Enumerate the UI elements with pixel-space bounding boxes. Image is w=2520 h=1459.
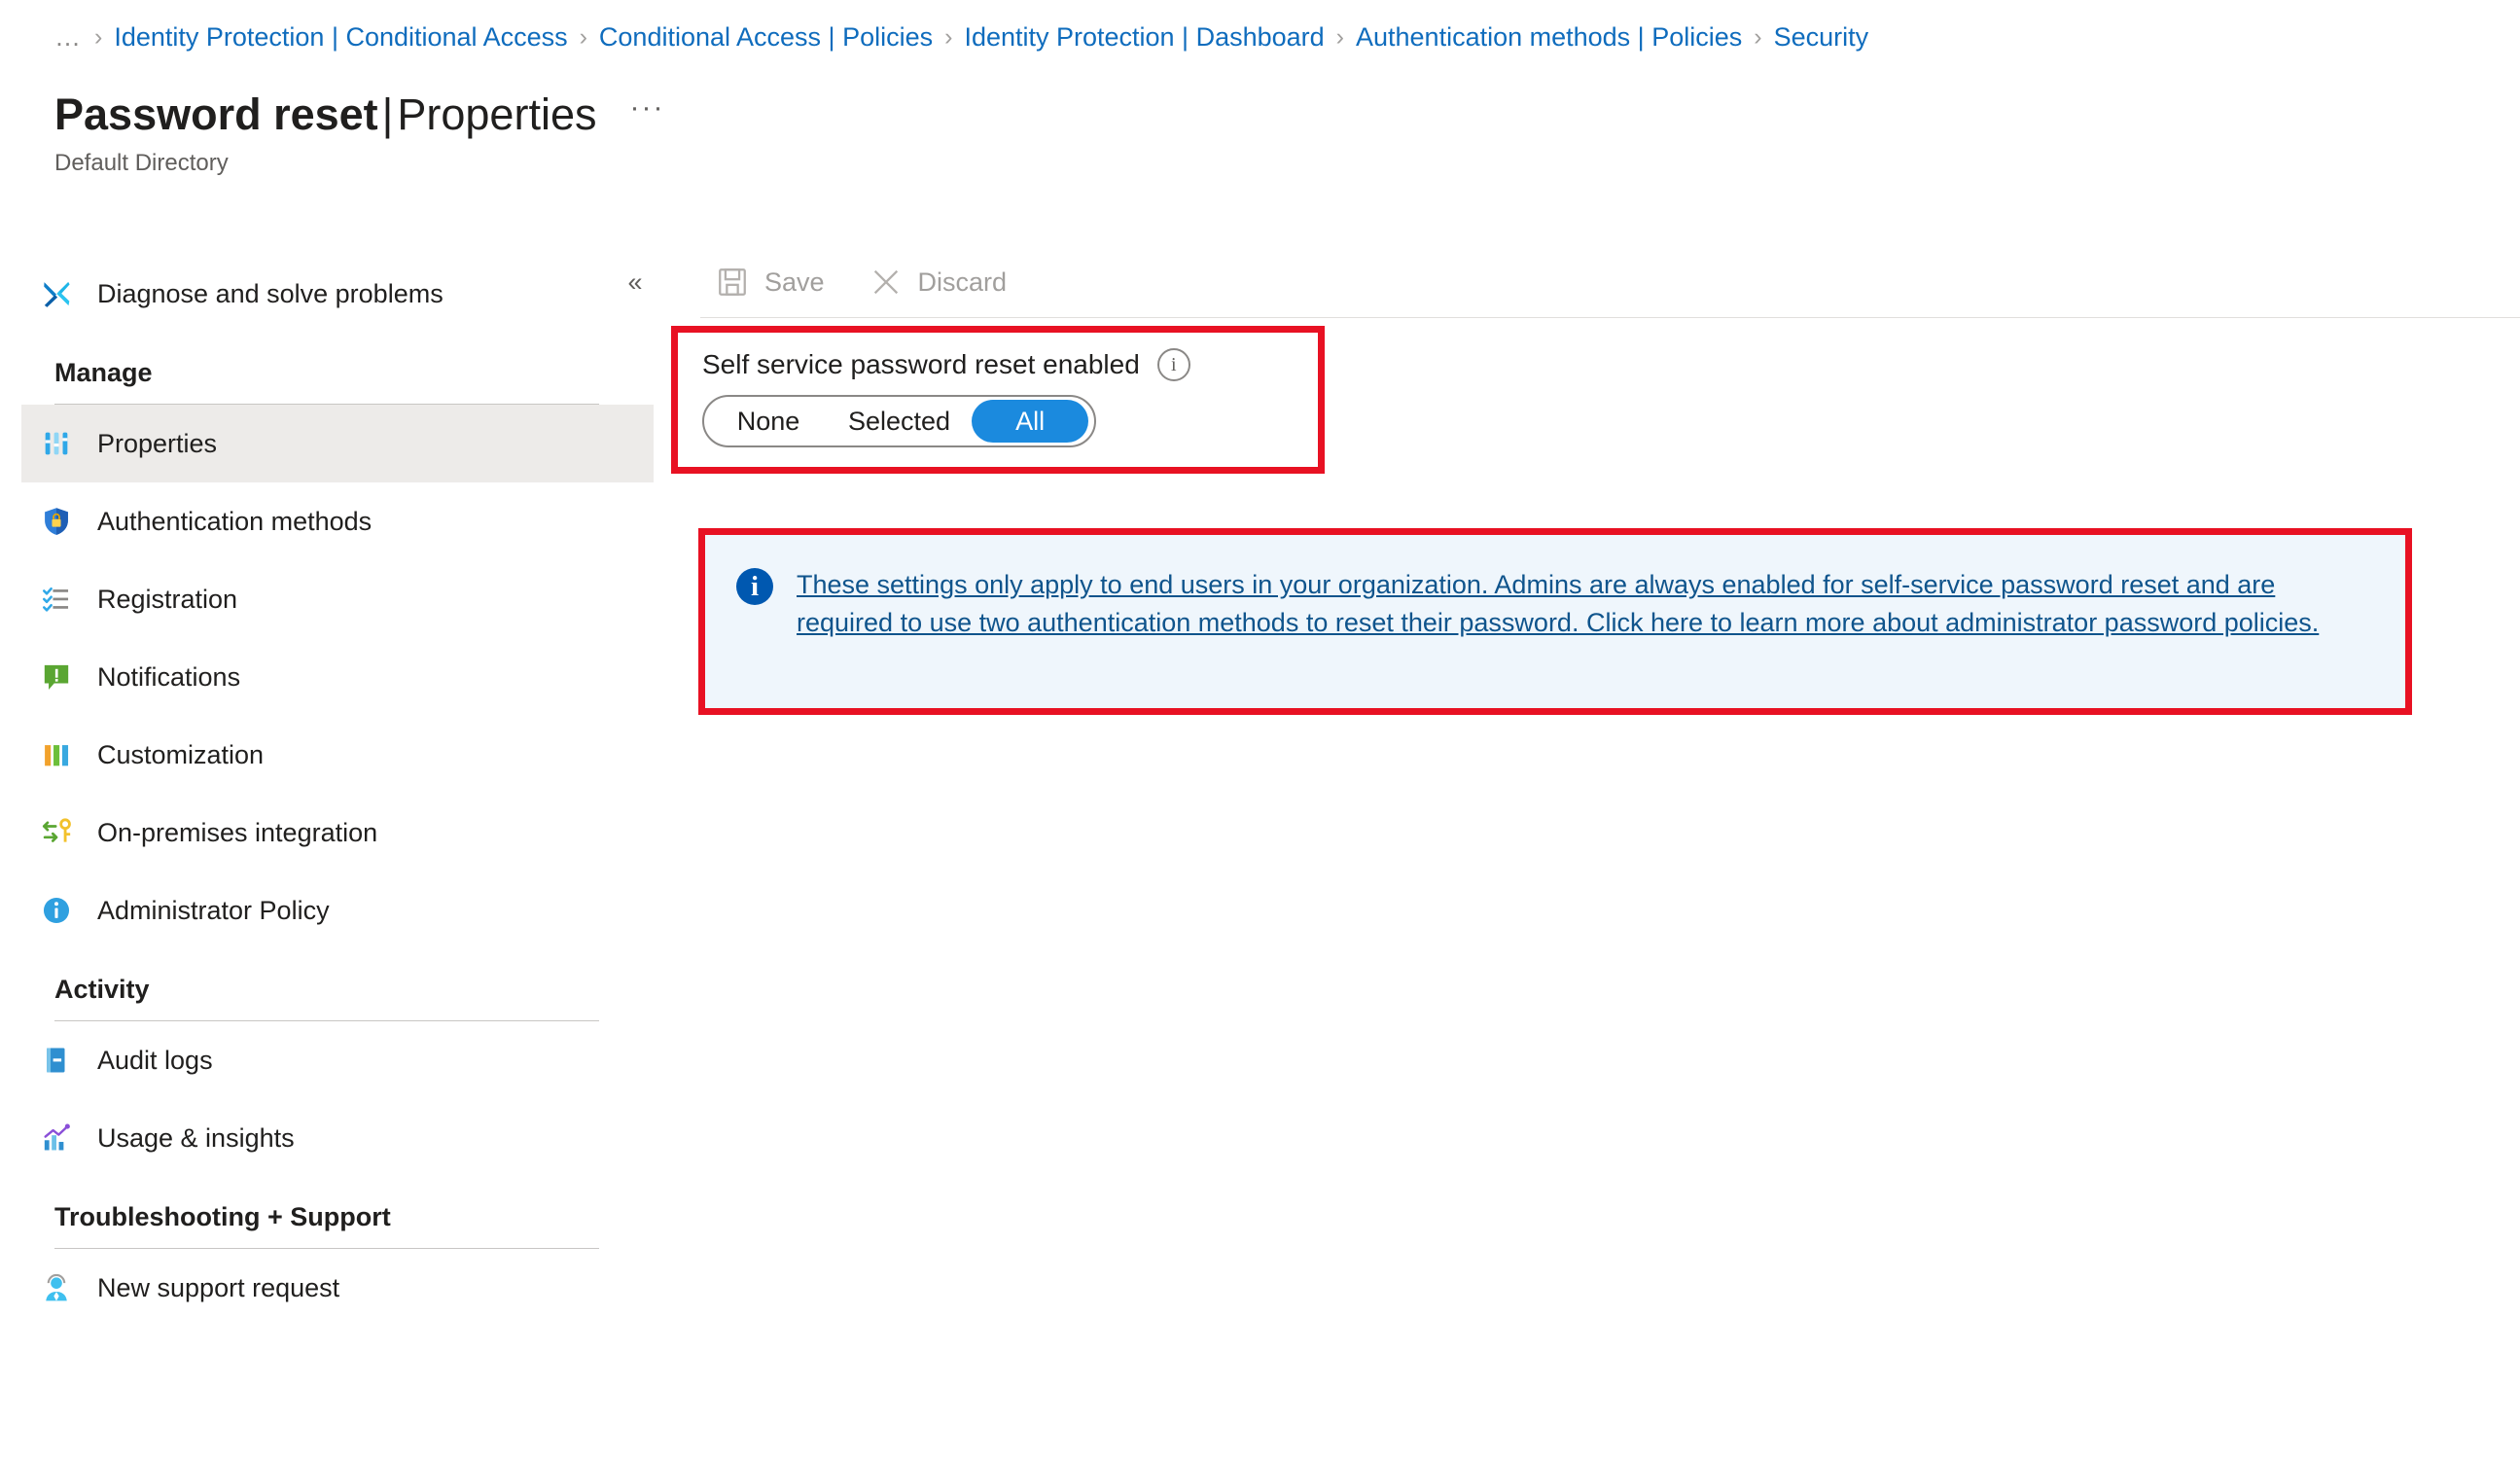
setting-label: Self service password reset enabled (702, 349, 1140, 379)
save-disk-icon (714, 264, 751, 301)
sidebar-group-title: Manage (54, 358, 153, 387)
insights-chart-icon (37, 1119, 76, 1157)
sidebar-item-administrator-policy[interactable]: Administrator Policy (0, 872, 654, 949)
sidebar-item-notifications[interactable]: Notifications (0, 638, 654, 716)
bar-chart-icon (37, 735, 76, 774)
breadcrumb-overflow-button[interactable]: … (54, 22, 83, 53)
sidebar-item-label: Properties (97, 428, 218, 458)
sidebar-item-label: Diagnose and solve problems (97, 278, 444, 308)
breadcrumb-item-security[interactable]: Security (1774, 22, 1869, 53)
toolbar-divider (700, 317, 2520, 318)
breadcrumb-separator: › (1335, 22, 1344, 51)
sidebar-item-audit-logs[interactable]: Audit logs (0, 1021, 654, 1099)
save-button-label: Save (764, 267, 825, 297)
more-actions-button[interactable]: ··· (629, 92, 664, 136)
sidebar-item-registration[interactable]: Registration (0, 560, 654, 638)
sidebar-item-on-premises-integration[interactable]: On-premises integration (0, 794, 654, 872)
discard-button[interactable]: Discard (854, 255, 1021, 309)
page-title-row: Password reset|Properties ··· (54, 89, 664, 140)
info-tooltip-icon[interactable]: i (1156, 348, 1190, 381)
sidebar-group-manage: Manage (0, 358, 661, 405)
sidebar-item-authentication-methods[interactable]: Authentication methods (0, 482, 654, 560)
sidebar-item-new-support-request[interactable]: New support request (0, 1249, 654, 1327)
page-title-divider: | (381, 89, 394, 139)
notification-alert-icon (37, 658, 76, 696)
sidebar-item-label: New support request (97, 1272, 340, 1302)
save-button[interactable]: Save (700, 255, 838, 309)
sidebar-item-label: On-premises integration (97, 817, 378, 847)
info-circle-icon: i (736, 568, 773, 605)
sidebar-item-label: Usage & insights (97, 1122, 295, 1153)
breadcrumb-separator: › (1754, 22, 1762, 51)
wrench-screwdriver-icon (37, 274, 76, 313)
self-service-password-reset-setting: Self service password reset enabled i No… (702, 348, 1190, 447)
sspr-option-none[interactable]: None (710, 400, 827, 443)
breadcrumb: … › Identity Protection | Conditional Acce… (54, 18, 1868, 56)
properties-bars-icon (37, 424, 76, 463)
command-toolbar: Save Discard (700, 249, 2481, 315)
admin-password-policies-link[interactable]: These settings only apply to end users i… (797, 566, 2376, 642)
breadcrumb-separator: › (94, 22, 103, 51)
sidebar-item-properties[interactable]: Properties (21, 405, 654, 482)
sidebar-nav: Diagnose and solve problems Manage Propert… (0, 255, 661, 1327)
discard-button-label: Discard (917, 267, 1008, 297)
sidebar-group-troubleshooting-support: Troubleshooting + Support (0, 1202, 661, 1249)
breadcrumb-item-identity-protection-dashboard[interactable]: Identity Protection | Dashboard (964, 22, 1324, 53)
sync-key-icon (37, 813, 76, 852)
sidebar-item-label: Customization (97, 739, 265, 769)
breadcrumb-item-identity-protection-conditional-access[interactable]: Identity Protection | Conditional Access (114, 22, 567, 53)
breadcrumb-item-authentication-methods-policies[interactable]: Authentication methods | Policies (1356, 22, 1742, 53)
sspr-option-all[interactable]: All (972, 400, 1089, 443)
info-circle-icon (37, 891, 76, 930)
page-title-main: Password reset (54, 89, 378, 139)
sspr-option-selected[interactable]: Selected (827, 400, 972, 443)
page-title-sub: Properties (397, 89, 597, 139)
sidebar-item-label: Audit logs (97, 1045, 213, 1075)
shield-lock-icon (37, 502, 76, 541)
sspr-scope-segmented-control[interactable]: None Selected All (702, 395, 1097, 447)
close-x-icon (868, 264, 905, 301)
page-header: Password reset|Properties ··· Default Di… (54, 89, 664, 177)
setting-label-row: Self service password reset enabled i (702, 348, 1190, 381)
page-subtitle: Default Directory (54, 149, 229, 176)
audit-book-icon (37, 1041, 76, 1080)
sidebar-item-label: Authentication methods (97, 506, 373, 536)
sidebar-item-label: Administrator Policy (97, 895, 330, 925)
page-title: Password reset|Properties (54, 89, 596, 140)
info-banner: i These settings only apply to end users… (705, 535, 2405, 708)
sidebar-group-activity: Activity (0, 975, 661, 1021)
breadcrumb-separator: › (579, 22, 587, 51)
sidebar-item-diagnose-and-solve-problems[interactable]: Diagnose and solve problems (0, 255, 654, 333)
sidebar-item-label: Registration (97, 584, 238, 614)
sidebar-item-usage-insights[interactable]: Usage & insights (0, 1099, 654, 1177)
breadcrumb-separator: › (944, 22, 953, 51)
checklist-icon (37, 580, 76, 619)
sidebar-group-title: Troubleshooting + Support (54, 1202, 391, 1231)
support-person-icon (37, 1268, 76, 1307)
sidebar-item-label: Notifications (97, 661, 241, 692)
breadcrumb-item-conditional-access-policies[interactable]: Conditional Access | Policies (599, 22, 933, 53)
sidebar-item-customization[interactable]: Customization (0, 716, 654, 794)
sidebar-group-title: Activity (54, 975, 150, 1004)
